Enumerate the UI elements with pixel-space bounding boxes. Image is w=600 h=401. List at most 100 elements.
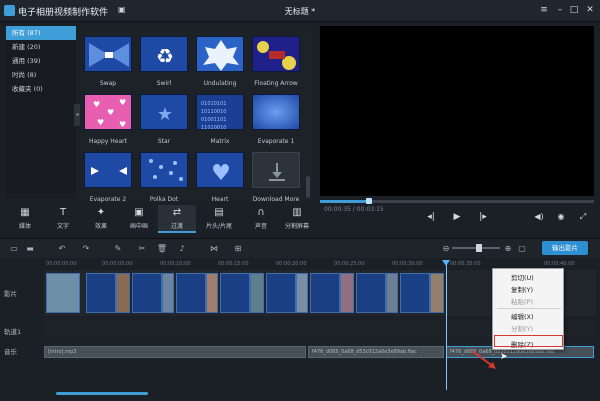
ruler-tick: 00:00:25:00: [334, 261, 365, 267]
tab-sound[interactable]: ∩ 声音: [242, 205, 280, 233]
transition-clip[interactable]: [400, 273, 430, 313]
ruler-tick: 00:00:10:00: [160, 261, 191, 267]
intro-icon: ▤: [214, 207, 224, 218]
transition-item[interactable]: Polka Dot: [140, 152, 188, 203]
next-frame-button[interactable]: |▸: [476, 211, 490, 223]
zoom-fit-icon[interactable]: ⊞: [232, 243, 244, 255]
menu-item-paste[interactable]: 粘贴(P): [511, 296, 533, 306]
transition-item[interactable]: 01010101 10110010 01001101 11010010 Matrix: [196, 94, 244, 145]
zoom-out-icon[interactable]: ⊖: [440, 243, 452, 255]
edit-icon[interactable]: ✎: [112, 243, 124, 255]
redo-icon[interactable]: ↷: [80, 243, 92, 255]
playhead-handle[interactable]: [442, 260, 450, 266]
transition-clip[interactable]: [356, 273, 386, 313]
transition-item[interactable]: Swap: [84, 36, 132, 87]
transition-item[interactable]: ♥ ♥ ♥ ♥ ♥ Happy Heart: [84, 94, 132, 145]
tab-media[interactable]: ▦ 媒体: [6, 205, 44, 233]
transition-clip[interactable]: [132, 273, 162, 313]
transition-label: Happy Heart: [89, 138, 127, 145]
close-button[interactable]: ✕: [584, 4, 596, 16]
export-video-button[interactable]: 输出影片: [542, 241, 588, 255]
download-more-item[interactable]: Download More: [252, 152, 300, 203]
photo-clip[interactable]: [340, 273, 354, 313]
menu-icon[interactable]: ≡: [538, 4, 550, 16]
photo-clip[interactable]: [116, 273, 130, 313]
transition-item[interactable]: Evaporate 1: [252, 94, 300, 145]
transition-label: Swirl: [156, 80, 172, 87]
photo-clip[interactable]: [206, 273, 218, 313]
overlay-track-label: 轨道1: [4, 328, 22, 336]
audio-clip[interactable]: [Intro].mp3: [44, 346, 306, 358]
tab-intro-outro[interactable]: ▤ 片头/片尾: [196, 205, 242, 233]
transition-clip[interactable]: [310, 273, 340, 313]
svg-text:♥: ♥: [107, 108, 114, 117]
fit-timeline-icon[interactable]: ▢: [516, 243, 528, 255]
audio-clip[interactable]: f476_d085_0a68_d53c012a0e3e89ab.flac: [308, 346, 444, 358]
timeline-view-icon[interactable]: ▬: [24, 243, 36, 255]
timeline-scrollbar[interactable]: [56, 392, 148, 395]
tab-split-screen[interactable]: ▥ 分割屏幕: [278, 205, 316, 233]
prev-frame-button[interactable]: ◂|: [424, 211, 438, 223]
category-favorites[interactable]: 收藏夹 (0): [6, 82, 76, 96]
transition-clip[interactable]: [220, 273, 250, 313]
transition-label: Evaporate 1: [257, 138, 295, 145]
photo-clip[interactable]: [46, 273, 80, 313]
transition-item[interactable]: ♥ Heart: [196, 152, 244, 203]
cut-icon[interactable]: ✂: [136, 243, 148, 255]
menu-item-split[interactable]: 分割(Y): [511, 323, 533, 333]
menu-item-edit[interactable]: 编辑(X): [511, 311, 534, 321]
undo-icon[interactable]: ↶: [56, 243, 68, 255]
mic-icon[interactable]: ♪: [176, 243, 188, 255]
tab-text[interactable]: T 文字: [44, 205, 82, 233]
tab-effects[interactable]: ✦ 效果: [82, 205, 120, 233]
category-all[interactable]: 所有 (87): [6, 26, 76, 40]
category-general[interactable]: 通用 (39): [6, 54, 76, 68]
playhead-line: [446, 262, 447, 390]
maximize-button[interactable]: □: [568, 4, 580, 16]
play-button[interactable]: ▶: [450, 211, 464, 223]
tab-pip[interactable]: ▣ 画中画: [120, 205, 158, 233]
photo-clip[interactable]: [296, 273, 308, 313]
menu-item-cut[interactable]: 剪切(U): [511, 272, 534, 282]
transition-item[interactable]: ★ Star: [140, 94, 188, 145]
transition-item[interactable]: Undulating: [196, 36, 244, 87]
heart-thumb: ♥: [196, 152, 244, 188]
split-icon[interactable]: ⋈: [208, 243, 220, 255]
timeline-toolbar: ▭ ▬ ↶ ↷ ✎ ✂ 🗑 ♪ ⋈ ⊞ ⊖ ⊕ ▢: [0, 238, 600, 258]
app-logo-icon: [4, 5, 15, 16]
storyboard-icon[interactable]: ▭: [8, 243, 20, 255]
photo-clip[interactable]: [430, 273, 444, 313]
transition-item[interactable]: Floating Arrow: [252, 36, 300, 87]
transition-label: Matrix: [210, 138, 230, 145]
delete-icon[interactable]: 🗑: [156, 243, 168, 255]
minimize-button[interactable]: –: [554, 4, 566, 16]
transition-label: Polka Dot: [149, 196, 179, 203]
photo-clip[interactable]: [162, 273, 174, 313]
evaporate2-thumb: [84, 152, 132, 188]
photo-clip[interactable]: [250, 273, 264, 313]
tab-transition[interactable]: ⇄ 过渡: [158, 205, 196, 233]
polka-dot-thumb: [140, 152, 188, 188]
zoom-in-icon[interactable]: ⊕: [502, 243, 514, 255]
menu-item-copy[interactable]: 复制(Y): [511, 284, 533, 294]
transition-item[interactable]: Evaporate 2: [84, 152, 132, 203]
photo-clip[interactable]: [386, 273, 398, 313]
zoom-slider-handle[interactable]: [476, 244, 482, 252]
volume-icon[interactable]: ◀): [532, 211, 546, 223]
fullscreen-icon[interactable]: ⤢: [576, 211, 590, 223]
transition-clip[interactable]: [176, 273, 206, 313]
ruler-tick: 00:00:15:00: [218, 261, 249, 267]
snapshot-icon[interactable]: ◉: [554, 211, 568, 223]
transition-item[interactable]: ♻ Swirl: [140, 36, 188, 87]
effects-icon: ✦: [96, 207, 106, 218]
preview-progress-handle[interactable]: [366, 198, 373, 204]
category-new[interactable]: 新建 (20): [6, 40, 76, 54]
transition-clip[interactable]: [266, 273, 296, 313]
category-fashion[interactable]: 时尚 (8): [6, 68, 76, 82]
save-icon[interactable]: ▣: [118, 5, 126, 14]
transition-clip[interactable]: [86, 273, 116, 313]
grid-scrollbar[interactable]: [306, 176, 310, 198]
download-icon: [252, 152, 300, 188]
happy-heart-thumb: ♥ ♥ ♥ ♥ ♥: [84, 94, 132, 130]
transition-label: Evaporate 2: [89, 196, 127, 203]
